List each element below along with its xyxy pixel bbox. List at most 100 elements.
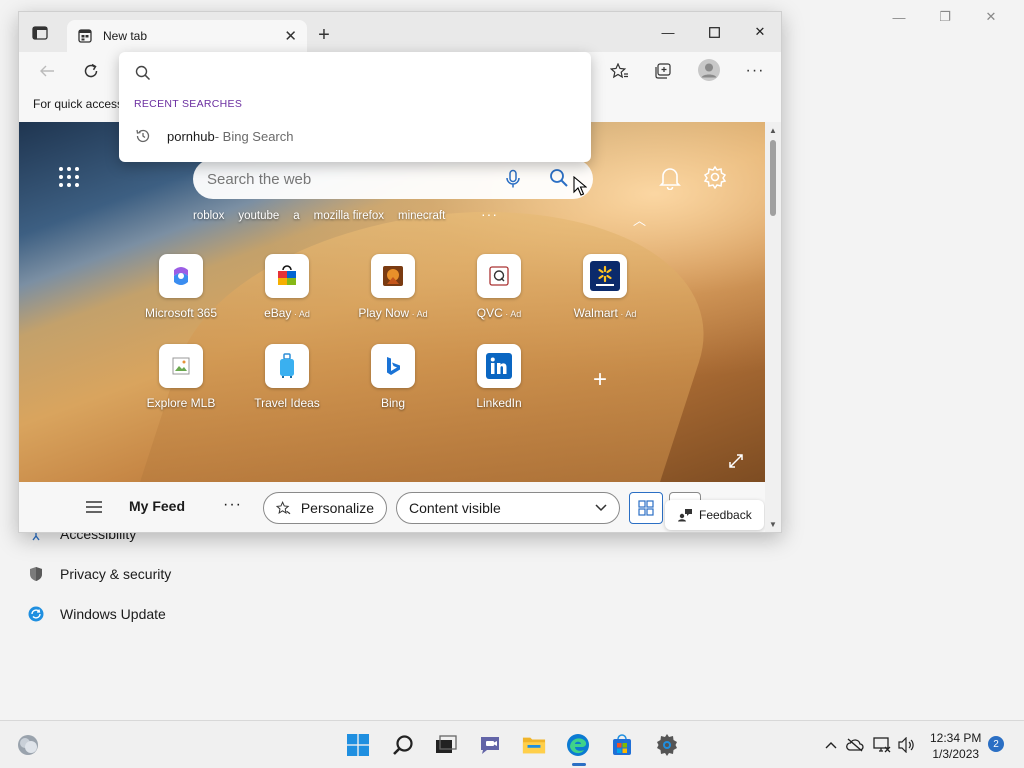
quick-search-link[interactable]: minecraft [398,210,445,222]
settings-app-icon[interactable] [655,733,679,757]
more-menu-icon[interactable]: ··· [743,60,767,82]
edge-browser-icon[interactable] [566,733,590,757]
tile-label: Microsoft 365 [144,306,218,320]
tab-new-tab[interactable]: New tab ✕ [67,20,307,52]
volume-icon[interactable] [898,737,916,753]
notification-badge[interactable]: 2 [988,736,1004,752]
tile-label: Walmart [573,306,618,320]
tile-ebay[interactable]: eBay · Ad [242,254,332,320]
tile-linkedin[interactable]: LinkedIn [454,344,544,410]
minimize-icon[interactable]: — [645,20,691,44]
system-clock[interactable]: 12:34 PM 1/3/2023 [930,730,981,762]
taskbar: 12:34 PM 1/3/2023 2 [0,720,1024,768]
microsoft-store-icon[interactable] [610,733,634,757]
clock-date: 1/3/2023 [932,747,980,761]
close-icon[interactable]: ✕ [968,6,1014,28]
close-tab-icon[interactable]: ✕ [284,27,297,45]
address-bar-dropdown: RECENT SEARCHES pornhub - Bing Search [119,52,591,162]
file-explorer-icon[interactable] [522,733,546,757]
profile-avatar[interactable] [697,58,721,82]
tile-play-now[interactable]: Play Now · Ad [348,254,438,320]
tile-ad-marker: · Ad [617,309,637,319]
search-placeholder: Search the web [207,170,312,188]
history-icon [136,129,150,143]
tile-label: LinkedIn [476,396,522,410]
tile-label: eBay [264,306,292,320]
suitcase-icon [265,344,309,388]
recent-search-item[interactable]: pornhub - Bing Search [119,122,591,150]
app-launcher-icon[interactable] [59,167,81,189]
scroll-up-icon[interactable]: ▲ [768,126,778,135]
feedback-button[interactable]: Feedback [665,500,764,530]
favorites-icon[interactable] [607,60,631,82]
scrollbar-thumb[interactable] [770,140,776,216]
microphone-icon[interactable] [503,169,523,189]
tab-actions-icon[interactable] [29,23,51,43]
settings-item-label: Windows Update [60,606,166,622]
task-view-icon[interactable] [434,733,458,757]
microsoft-365-icon [159,254,203,298]
minimize-icon[interactable]: — [876,6,922,28]
expand-icon[interactable] [728,453,746,471]
tile-walmart[interactable]: Walmart · Ad [560,254,650,320]
web-search-box[interactable]: Search the web [193,159,593,199]
close-icon[interactable]: ✕ [737,20,781,44]
collapse-chevron-icon[interactable]: ︿ [633,210,646,229]
address-input[interactable] [135,63,575,83]
content-visibility-select[interactable]: Content visible [396,492,620,524]
search-icon[interactable] [391,733,415,757]
back-icon[interactable] [35,60,59,82]
start-windows-icon[interactable] [346,733,370,757]
weather-icon[interactable] [16,733,40,757]
tile-label: Explore MLB [146,396,216,410]
tile-explore-mlb[interactable]: Explore MLB [136,344,226,410]
add-site-button[interactable]: + [593,366,607,394]
hamburger-menu-icon[interactable] [85,500,103,514]
search-icon[interactable] [549,168,571,190]
tile-qvc[interactable]: QVC · Ad [454,254,544,320]
new-tab-button[interactable]: + [313,24,335,46]
quick-search-link[interactable]: mozilla firefox [314,210,384,222]
network-icon[interactable] [873,737,891,753]
collections-icon[interactable] [651,60,675,82]
trending-searches: roblox youtube a mozilla firefox minecra… [193,210,445,222]
tab-strip: New tab ✕ + — ✕ [19,12,781,52]
quick-search-link[interactable]: a [293,210,299,222]
personalize-button[interactable]: Personalize [263,492,387,524]
settings-item-privacy[interactable]: Privacy & security [28,566,171,582]
onedrive-offline-icon[interactable] [846,737,864,753]
more-searches-icon[interactable]: ··· [481,206,498,222]
teams-chat-icon[interactable] [478,733,502,757]
page-scrollbar[interactable]: ▲ ▼ [765,122,781,532]
tile-microsoft-365[interactable]: Microsoft 365 [136,254,226,320]
tile-label: Travel Ideas [254,396,320,410]
active-app-indicator [572,763,586,766]
quick-search-link[interactable]: youtube [238,210,279,222]
maximize-icon[interactable] [691,20,737,44]
clock-time: 12:34 PM [930,731,982,745]
recent-search-query: pornhub [167,128,215,144]
recent-search-source: - Bing Search [214,128,294,144]
personalize-icon [276,501,291,515]
tile-ad-marker: · Ad [291,309,310,319]
broken-image-icon [159,344,203,388]
tab-title: New tab [103,29,148,43]
scroll-down-icon[interactable]: ▼ [768,520,778,529]
feedback-icon [678,509,692,522]
tile-travel-ideas[interactable]: Travel Ideas [242,344,332,410]
restore-icon[interactable]: ❐ [922,6,968,28]
feedback-label: Feedback [699,508,752,522]
tile-bing[interactable]: Bing [348,344,438,410]
new-tab-page: Search the web roblox youtube a mozilla … [19,122,767,532]
recent-searches-header: RECENT SEARCHES [134,98,243,110]
quick-search-link[interactable]: roblox [193,210,224,222]
notifications-bell-icon[interactable] [659,166,681,191]
refresh-icon[interactable] [79,60,103,82]
gear-icon[interactable] [703,165,727,190]
linkedin-icon [477,344,521,388]
grid-layout-button[interactable] [629,492,663,524]
feed-more-icon[interactable]: ··· [223,496,242,514]
show-hidden-icons-icon[interactable] [822,737,840,753]
my-feed-title[interactable]: My Feed [129,498,185,514]
settings-item-windows-update[interactable]: Windows Update [28,606,166,622]
